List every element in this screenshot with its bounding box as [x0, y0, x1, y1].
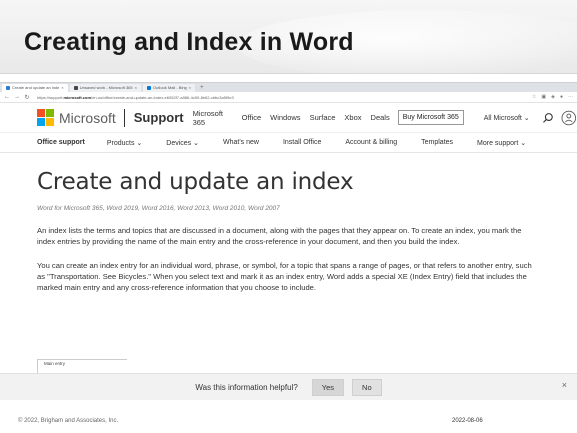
favorite-icon[interactable]: ☆ [532, 94, 536, 100]
feedback-bar: Was this information helpful? Yes No × [0, 373, 577, 400]
subnav-item[interactable]: Templates [421, 139, 453, 146]
url-field[interactable]: https://support.microsoft.com/en-us/offi… [34, 94, 364, 101]
article-paragraph: You can create an index entry for an ind… [37, 261, 532, 292]
nav-link[interactable]: Office [242, 113, 261, 122]
slide-footer-copyright: © 2022, Brigham and Associates, Inc. [18, 418, 119, 424]
close-icon[interactable]: × [61, 84, 63, 92]
tab-label: Unsaved work - Microsoft 365 [79, 84, 133, 90]
url-prefix: https://support. [37, 94, 64, 100]
subnav-item[interactable]: Account & billing [345, 139, 397, 146]
tab-label: Outlook Mail - Bing [152, 84, 187, 90]
subnav-item[interactable]: What's new [223, 139, 259, 146]
figure-label: Main entry [44, 361, 66, 366]
browser-tab[interactable]: Outlook Mail - Bing × [142, 83, 196, 92]
subnav-item[interactable]: Devices ⌄ [166, 139, 199, 147]
subnav-item[interactable]: Office support [37, 139, 85, 146]
browser-toolbar-icons: ☆ ▣ ◈ ● ⋯ [532, 94, 573, 100]
menu-icon[interactable]: ⋯ [568, 94, 573, 100]
figure-preview: Main entry [37, 359, 127, 373]
browser-tabstrip: Create and update an inde × Unsaved work… [0, 83, 577, 92]
forward-icon[interactable]: → [14, 94, 20, 100]
browser-tab[interactable]: Create and update an inde × [2, 83, 68, 92]
microsoft-brand[interactable]: Microsoft [59, 110, 116, 126]
ms-top-nav: Microsoft 365 Office Windows Surface Xbo… [193, 109, 390, 127]
buy-microsoft-365-button[interactable]: Buy Microsoft 365 [397, 110, 464, 125]
slide: Creating and Index in Word Create and up… [0, 0, 577, 433]
nav-link[interactable]: Windows [270, 113, 300, 122]
slide-title-band: Creating and Index in Word [0, 0, 577, 80]
extensions-icon[interactable]: ◈ [551, 94, 555, 100]
all-microsoft-menu[interactable]: All Microsoft ⌄ [484, 114, 530, 122]
search-icon[interactable] [542, 112, 554, 124]
nav-link[interactable]: Microsoft 365 [193, 109, 233, 127]
close-icon[interactable]: × [562, 380, 567, 390]
close-icon[interactable]: × [189, 84, 191, 92]
slide-title: Creating and Index in Word [24, 28, 354, 56]
tab-favicon-icon [73, 85, 78, 90]
nav-link[interactable]: Surface [310, 113, 336, 122]
tab-label: Create and update an inde [12, 84, 60, 90]
support-link[interactable]: Support [134, 110, 184, 125]
nav-link[interactable]: Xbox [344, 113, 361, 122]
slide-footer-date: 2022-08-06 [452, 418, 483, 424]
refresh-icon[interactable]: ↻ [24, 94, 30, 101]
feedback-yes-button[interactable]: Yes [311, 379, 345, 396]
url-suffix: /en-us/office/create-and-update-an-index… [91, 94, 234, 100]
tab-favicon-icon [6, 85, 10, 90]
browser-address-bar: ← → ↻ https://support.microsoft.com/en-u… [0, 92, 577, 103]
collections-icon[interactable]: ▣ [541, 94, 546, 100]
office-support-subnav: Office support Products ⌄ Devices ⌄ What… [0, 133, 577, 153]
subnav-item[interactable]: Install Office [283, 139, 321, 146]
article-paragraph: An index lists the terms and topics that… [37, 226, 522, 246]
header-divider [123, 108, 125, 127]
article-title: Create and update an index [37, 169, 354, 195]
subnav-item[interactable]: More support ⌄ [477, 139, 526, 147]
feedback-question: Was this information helpful? [195, 383, 298, 392]
subnav-item[interactable]: Products ⌄ [107, 139, 142, 147]
ms-site-header: Microsoft Support Microsoft 365 Office W… [0, 103, 577, 133]
microsoft-logo-icon[interactable] [37, 109, 54, 126]
account-icon[interactable] [561, 110, 577, 126]
browser-tab[interactable]: Unsaved work - Microsoft 365 × [69, 83, 141, 92]
url-domain: microsoft.com [63, 94, 92, 100]
new-tab-icon[interactable]: + [197, 85, 207, 91]
applies-to: Word for Microsoft 365, Word 2019, Word … [37, 205, 280, 212]
embedded-browser-screenshot: Create and update an inde × Unsaved work… [0, 82, 577, 400]
article-body: Create and update an index Word for Micr… [0, 169, 577, 293]
close-icon[interactable]: × [135, 84, 137, 92]
feedback-no-button[interactable]: No [352, 379, 382, 396]
back-icon[interactable]: ← [4, 94, 10, 100]
profile-icon[interactable]: ● [560, 94, 563, 100]
nav-link[interactable]: Deals [371, 113, 390, 122]
tab-favicon-icon [146, 85, 151, 90]
